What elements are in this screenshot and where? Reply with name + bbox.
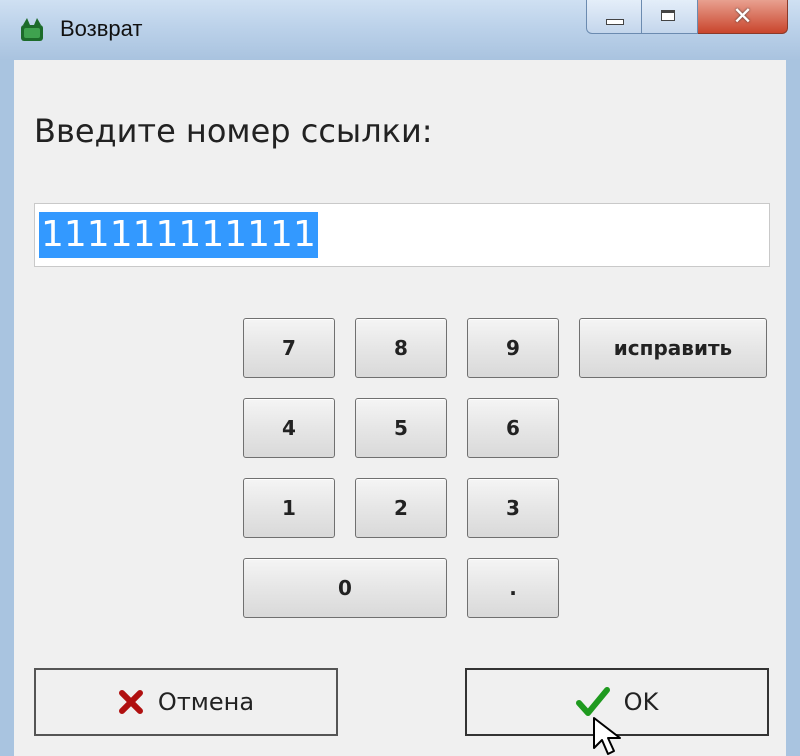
app-icon [21,18,43,41]
minimize-button[interactable] [586,0,642,34]
ok-label: OK [623,688,659,716]
dialog-window: Возврат ✕ Введите номер ссылки: 11111111… [0,0,800,756]
maximize-icon [661,10,675,21]
cancel-icon [118,690,143,714]
key-dot[interactable]: . [467,558,559,618]
key-0[interactable]: 0 [243,558,447,618]
cancel-button[interactable]: Отмена [34,668,338,736]
correct-button[interactable]: исправить [579,318,767,378]
key-7[interactable]: 7 [243,318,335,378]
maximize-button[interactable] [642,0,698,34]
key-8[interactable]: 8 [355,318,447,378]
dialog-body: Введите номер ссылки: 111111111111 7 8 9… [14,60,786,756]
check-icon [575,687,610,716]
key-3[interactable]: 3 [467,478,559,538]
cancel-label: Отмена [157,688,255,716]
close-button[interactable]: ✕ [698,0,788,34]
window-title: Возврат [60,16,143,41]
key-1[interactable]: 1 [243,478,335,538]
selected-input-text: 111111111111 [39,212,318,258]
key-9[interactable]: 9 [467,318,559,378]
key-2[interactable]: 2 [355,478,447,538]
minimize-icon [606,19,624,25]
title-bar[interactable]: Возврат ✕ [0,0,800,60]
key-4[interactable]: 4 [243,398,335,458]
mouse-pointer-icon [593,717,621,755]
reference-number-input[interactable]: 111111111111 [34,203,770,267]
close-icon: ✕ [732,2,753,30]
key-5[interactable]: 5 [355,398,447,458]
prompt-label: Введите номер ссылки: [34,112,433,150]
key-6[interactable]: 6 [467,398,559,458]
window-controls: ✕ [586,0,788,38]
